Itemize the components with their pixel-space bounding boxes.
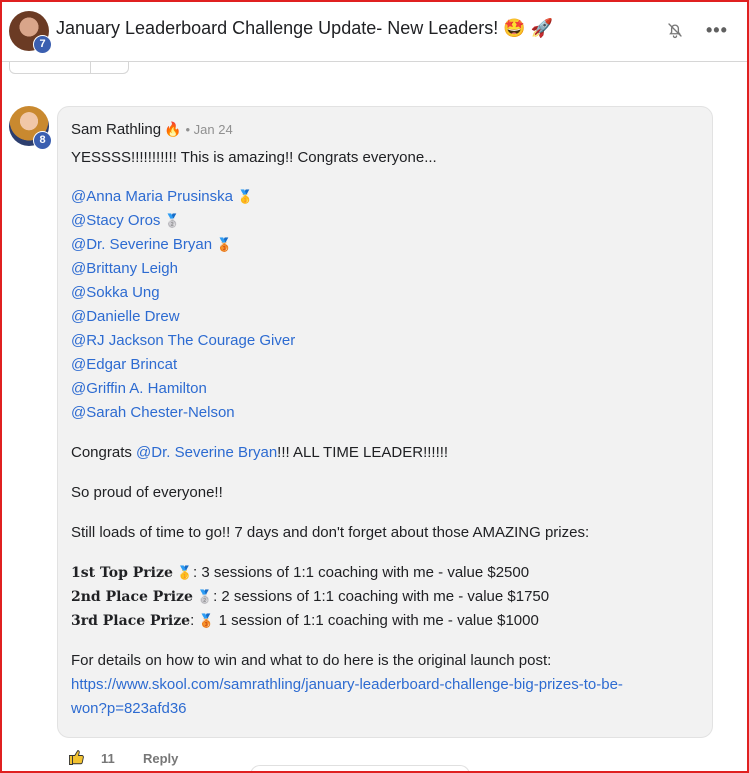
prize-line: 2nd Place Prize 🥈: 2 sessions of 1:1 coac… (71, 588, 549, 605)
prize-label: 1st Top Prize (71, 565, 173, 581)
mention-link[interactable]: @Stacy Oros (71, 212, 160, 229)
bottom-panel-stub (250, 765, 470, 773)
list-item: @Sokka Ung (71, 284, 160, 301)
still-line: Still loads of time to go!! 7 days and d… (71, 524, 590, 541)
details-line: For details on how to win and what to do… (71, 652, 552, 669)
launch-post-link[interactable]: https://www.skool.com/samrathling/januar… (71, 676, 623, 693)
mention-link[interactable]: @Danielle Drew (71, 308, 180, 325)
congrats-line: Congrats @Dr. Severine Bryan!!! ALL TIME… (71, 444, 448, 461)
level-badge: 8 (33, 131, 52, 150)
author-name[interactable]: Sam Rathling (71, 121, 161, 138)
like-count: 11 (101, 751, 115, 766)
list-item: @Anna Maria Prusinska 🥇 (71, 188, 253, 205)
list-item: @Dr. Severine Bryan 🥉 (71, 236, 232, 253)
prize-colon: : (190, 612, 195, 629)
prize-label: 2nd Place Prize (71, 589, 193, 605)
bell-off-icon[interactable] (666, 20, 684, 40)
prize-line: 1st Top Prize 🥇: 3 sessions of 1:1 coachi… (71, 564, 529, 581)
mention-link[interactable]: @Anna Maria Prusinska (71, 188, 233, 205)
reply-button[interactable]: Reply (143, 751, 178, 766)
proud-line: So proud of everyone!! (71, 484, 223, 501)
tab-stub (9, 62, 129, 74)
list-item: @Danielle Drew (71, 308, 180, 325)
list-item: @Stacy Oros 🥈 (71, 212, 181, 229)
mention-link[interactable]: @RJ Jackson The Courage Giver (71, 332, 295, 349)
prize-text: 1 session of 1:1 coaching with me - valu… (218, 612, 539, 629)
comment-date: • Jan 24 (185, 122, 233, 137)
launch-post-link[interactable]: won?p=823afd36 (71, 700, 187, 717)
comment-intro: YESSSS!!!!!!!!!!! This is amazing!! Cong… (71, 149, 437, 166)
congrats-suffix: !!! ALL TIME LEADER!!!!!! (277, 444, 449, 461)
mention-link[interactable]: @Dr. Severine Bryan (136, 444, 277, 461)
more-icon[interactable]: ••• (706, 20, 728, 41)
post-title: January Leaderboard Challenge Update- Ne… (56, 18, 554, 38)
list-item: @Griffin A. Hamilton (71, 380, 207, 397)
list-item: @Edgar Brincat (71, 356, 177, 373)
comment-author: Sam Rathling 🔥 • Jan 24 (71, 121, 233, 138)
prize-text: : 3 sessions of 1:1 coaching with me - v… (193, 564, 530, 581)
mention-link[interactable]: @Edgar Brincat (71, 356, 177, 373)
bronze-medal-icon: 🥉 (216, 237, 233, 252)
list-item: @RJ Jackson The Courage Giver (71, 332, 295, 349)
prize-text: : 2 sessions of 1:1 coaching with me - v… (213, 588, 550, 605)
mention-link[interactable]: @Sarah Chester-Nelson (71, 404, 235, 421)
mention-link[interactable]: @Sokka Ung (71, 284, 160, 301)
bronze-medal-icon: 🥉 (198, 613, 215, 628)
prize-line: 3rd Place Prize: 🥉 1 session of 1:1 coach… (71, 612, 539, 629)
list-item: @Brittany Leigh (71, 260, 178, 277)
silver-medal-icon: 🥈 (196, 589, 214, 604)
mention-link[interactable]: @Brittany Leigh (71, 260, 178, 277)
prize-label: 3rd Place Prize (71, 613, 191, 629)
list-item: @Sarah Chester-Nelson (71, 404, 235, 421)
gold-medal-icon: 🥇 (176, 565, 194, 580)
mention-link[interactable]: @Griffin A. Hamilton (71, 380, 207, 397)
level-badge: 7 (33, 35, 52, 54)
thumbs-up-icon[interactable] (68, 748, 86, 766)
gold-medal-icon: 🥇 (236, 189, 254, 204)
mention-link[interactable]: @Dr. Severine Bryan (71, 236, 212, 253)
silver-medal-icon: 🥈 (164, 213, 181, 228)
congrats-prefix: Congrats (71, 444, 137, 461)
post-header: 7 January Leaderboard Challenge Update- … (0, 0, 749, 62)
fire-emoji: 🔥 (164, 121, 182, 137)
